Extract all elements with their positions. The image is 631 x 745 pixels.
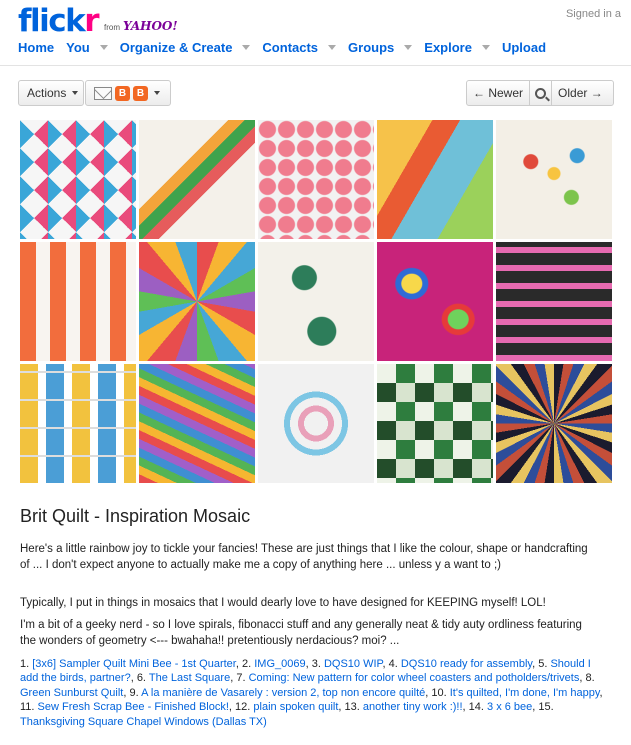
mosaic-tile-3x6-bee — [377, 364, 493, 483]
caret-down-icon — [72, 91, 79, 95]
mosaic-tile-dqs10-ready — [377, 120, 493, 239]
email-icon[interactable] — [94, 86, 112, 100]
chevron-down-icon[interactable] — [242, 45, 251, 50]
site-header: flickr from YAHOO! Signed in a Home You … — [0, 0, 631, 66]
photo-navigation: ← Newer Older → — [466, 80, 614, 106]
newer-button[interactable]: ← Newer — [467, 81, 529, 105]
mosaic-tile-img-0069 — [139, 120, 255, 239]
credit-link[interactable]: The Last Square — [149, 672, 230, 684]
credit-link[interactable]: Thanksgiving Square Chapel Windows (Dall… — [20, 716, 267, 728]
from-label: from — [104, 23, 121, 32]
credit-link[interactable]: Sew Fresh Scrap Bee - Finished Block! — [38, 701, 229, 713]
mosaic-tile-color-wheel — [139, 242, 255, 361]
flickr-wordmark: flickr — [18, 3, 100, 39]
chevron-down-icon[interactable] — [481, 45, 490, 50]
credit-link[interactable]: another tiny work :)!! — [363, 701, 463, 713]
mosaic-tile-vasarely — [377, 242, 493, 361]
credit-link[interactable]: It's quilted, I'm done, I'm happy — [450, 687, 600, 699]
flickr-logo[interactable]: flickr from YAHOO! — [18, 2, 178, 40]
zoom-icon — [535, 87, 547, 99]
credit-link[interactable]: 3 x 6 bee — [487, 701, 532, 713]
mosaic-tile-chapel-windows — [496, 364, 612, 483]
nav-groups[interactable]: Groups — [348, 40, 413, 55]
credit-link[interactable]: Green Sunburst Quilt — [20, 687, 123, 699]
main-nav: Home You Organize & Create Contacts Grou… — [18, 40, 558, 55]
blogger-icon-2[interactable]: B — [133, 85, 148, 101]
description-paragraph-2: Typically, I put in things in mosaics th… — [20, 597, 546, 609]
share-button[interactable]: B B — [85, 80, 171, 106]
credit-link[interactable]: [3x6] Sampler Quilt Mini Bee - 1st Quart… — [32, 658, 236, 670]
mosaic-credits: 1. [3x6] Sampler Quilt Mini Bee - 1st Qu… — [20, 658, 603, 728]
blogger-icon[interactable]: B — [115, 85, 130, 101]
mosaic-tile-dqs10-wip — [258, 120, 374, 239]
mosaic-tile-green-sunburst — [258, 242, 374, 361]
credit-link[interactable]: DQS10 ready for assembly — [401, 658, 532, 670]
credit-link[interactable]: plain spoken quilt — [253, 701, 338, 713]
signed-in-label[interactable]: Signed in a — [566, 8, 621, 20]
actions-button[interactable]: Actions — [18, 80, 84, 106]
mosaic-tile-quilted — [496, 242, 612, 361]
caret-down-icon — [154, 91, 160, 95]
credit-link[interactable]: A la manière de Vasarely : version 2, to… — [141, 687, 425, 699]
photo-title: Brit Quilt - Inspiration Mosaic — [20, 506, 251, 526]
yahoo-logo: YAHOO! — [123, 19, 178, 33]
credit-link[interactable]: Coming: New pattern for color wheel coas… — [249, 672, 580, 684]
nav-organize-create[interactable]: Organize & Create — [120, 40, 251, 55]
mosaic-tile-birds — [496, 120, 612, 239]
photo-toolbar: Actions B B ← Newer Older → — [18, 80, 614, 106]
mosaic-image[interactable] — [20, 120, 612, 487]
credit-link[interactable]: DQS10 WIP — [324, 658, 383, 670]
nav-you[interactable]: You — [66, 40, 108, 55]
older-button[interactable]: Older → — [552, 81, 609, 105]
chevron-down-icon[interactable] — [404, 45, 413, 50]
mosaic-tile-sampler-quilt — [20, 120, 136, 239]
mosaic-tile-tiny-work — [258, 364, 374, 483]
nav-contacts[interactable]: Contacts — [262, 40, 337, 55]
credit-link[interactable]: IMG_0069 — [254, 658, 305, 670]
mosaic-tile-scrap-bee — [20, 364, 136, 483]
mosaic-tile-last-square — [20, 242, 136, 361]
nav-explore[interactable]: Explore — [424, 40, 490, 55]
chevron-down-icon[interactable] — [99, 45, 108, 50]
description-paragraph-3: I'm a bit of a geeky nerd - so I love sp… — [20, 619, 582, 647]
description-paragraph-1: Here's a little rainbow joy to tickle yo… — [20, 543, 588, 571]
nav-upload[interactable]: Upload — [502, 40, 546, 55]
nav-home[interactable]: Home — [18, 40, 54, 55]
zoom-button[interactable] — [529, 81, 553, 105]
mosaic-tile-plain-spoken — [139, 364, 255, 483]
chevron-down-icon[interactable] — [328, 45, 337, 50]
